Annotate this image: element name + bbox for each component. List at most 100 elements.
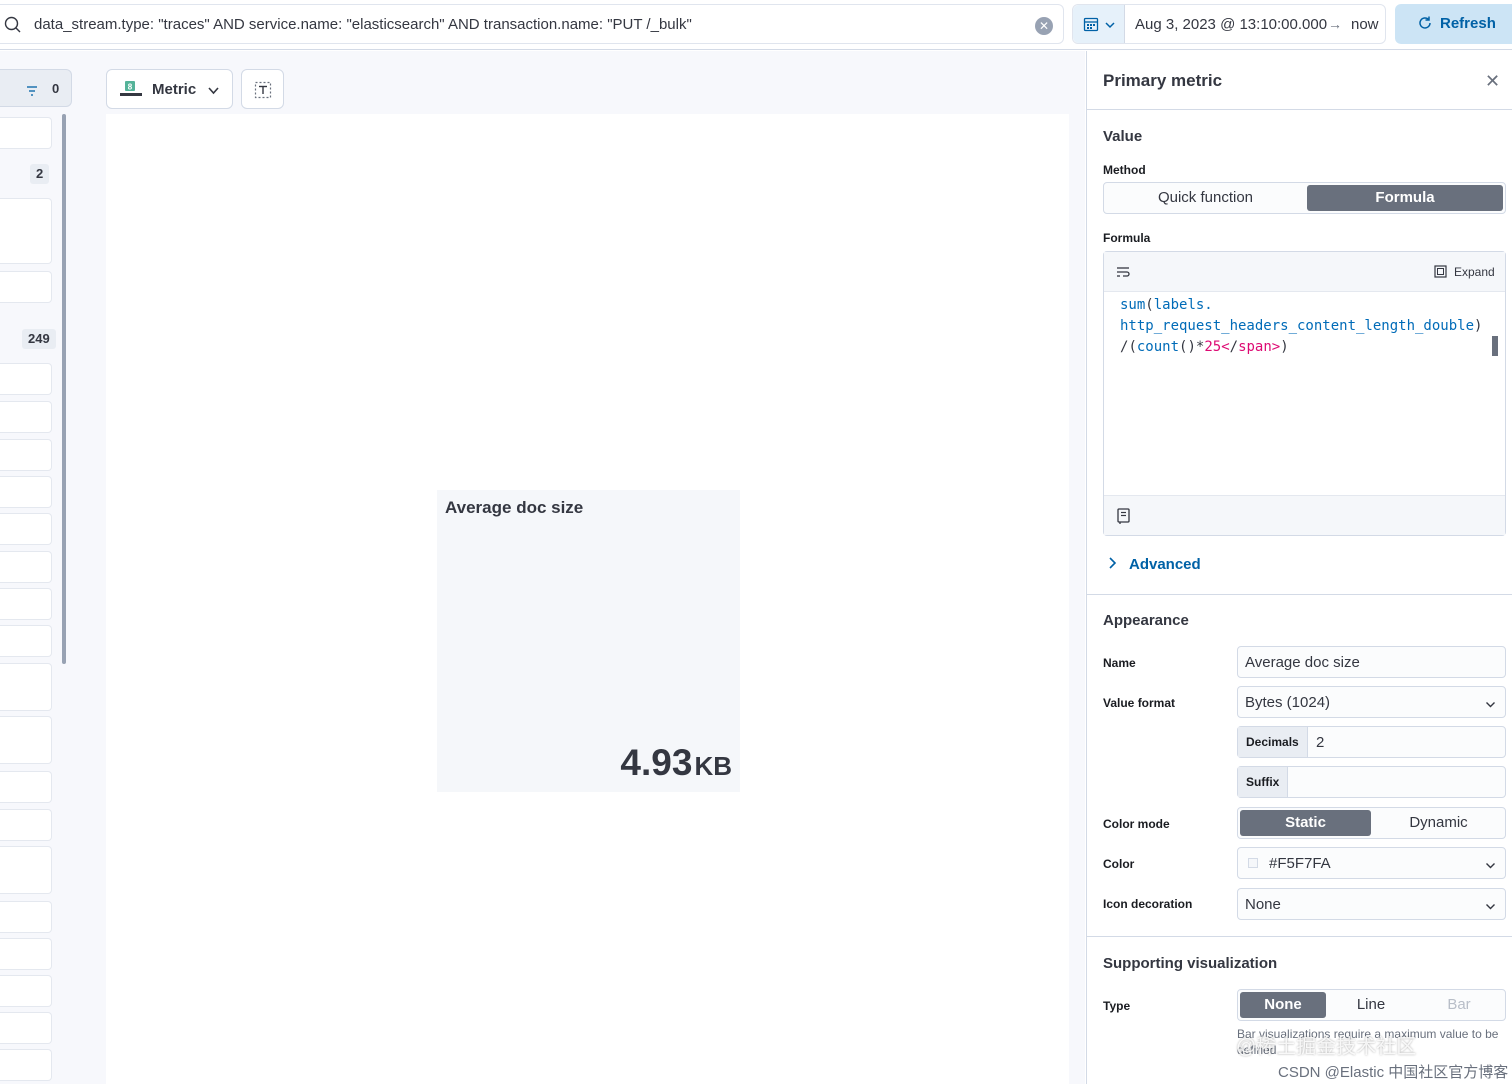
field-item[interactable]	[0, 771, 52, 803]
field-item[interactable]	[0, 846, 52, 894]
name-field[interactable]: Average doc size	[1237, 646, 1506, 678]
watermark-juejin: @稀土掘金技术社区	[1236, 1036, 1417, 1058]
refresh-icon	[1417, 15, 1433, 35]
chevron-down-icon	[1485, 899, 1496, 916]
color-mode-toggle: Static Dynamic	[1237, 807, 1506, 839]
color-value: #F5F7FA	[1269, 855, 1331, 872]
metric-value-number: 4.93	[620, 742, 693, 783]
field-item[interactable]	[0, 938, 52, 970]
refresh-label: Refresh	[1440, 15, 1496, 32]
query-input[interactable]: data_stream.type: "traces" AND service.n…	[0, 4, 1064, 44]
query-bar-row: data_stream.type: "traces" AND service.n…	[0, 0, 1512, 50]
advanced-toggle[interactable]: Advanced	[1107, 556, 1201, 573]
documentation-icon[interactable]	[1116, 508, 1131, 529]
type-none[interactable]: None	[1240, 992, 1326, 1018]
formula-editor[interactable]: Expand sum(labels. http_request_headers_c…	[1103, 251, 1506, 536]
metric-tile[interactable]: Average doc size 4.93KB	[437, 490, 740, 792]
method-toggle: Quick function Formula	[1103, 182, 1506, 214]
close-icon[interactable]: ✕	[1485, 71, 1500, 92]
fit-text-button[interactable]	[241, 69, 284, 109]
metric-viz-icon: 8	[119, 80, 143, 103]
method-label: Method	[1103, 163, 1146, 177]
field-filter-button[interactable]: 0	[0, 69, 72, 107]
refresh-button[interactable]: Refresh	[1395, 4, 1512, 44]
field-item[interactable]	[0, 975, 52, 1007]
appearance-section-title: Appearance	[1103, 612, 1189, 629]
formula-code[interactable]: sum(labels. http_request_headers_content_…	[1120, 295, 1482, 358]
clear-icon[interactable]: ✕	[1035, 17, 1053, 35]
query-text[interactable]: data_stream.type: "traces" AND service.n…	[34, 16, 692, 33]
formula-label: Formula	[1103, 231, 1151, 245]
value-format-label: Value format	[1103, 696, 1176, 710]
date-picker: Aug 3, 2023 @ 13:10:00.000 → now	[1072, 4, 1386, 44]
field-item[interactable]	[0, 625, 52, 657]
arrow-right-icon: →	[1328, 16, 1342, 32]
field-item[interactable]	[0, 1049, 52, 1081]
formula-line: /(count()*25</span>)	[1120, 339, 1289, 355]
formula-footer	[1104, 495, 1505, 535]
date-start[interactable]: Aug 3, 2023 @ 13:10:00.000	[1135, 16, 1327, 33]
suffix-field[interactable]: Suffix	[1237, 766, 1506, 798]
field-item[interactable]	[0, 716, 52, 764]
chevron-down-icon	[1104, 18, 1116, 36]
formula-scrollbar[interactable]	[1492, 336, 1498, 356]
field-item[interactable]	[0, 271, 52, 303]
advanced-label: Advanced	[1129, 556, 1201, 573]
word-wrap-icon[interactable]	[1116, 265, 1130, 283]
field-item[interactable]	[0, 198, 52, 264]
calendar-icon	[1083, 16, 1099, 37]
field-list-scrollbar[interactable]	[62, 114, 66, 664]
decimals-label: Decimals	[1238, 727, 1308, 757]
date-end[interactable]: now	[1351, 16, 1379, 33]
color-label: Color	[1103, 857, 1135, 871]
method-quick-function[interactable]: Quick function	[1106, 185, 1305, 211]
filter-count: 0	[52, 81, 60, 96]
dimension-editor-panel: Primary metric ✕ Value Method Quick func…	[1086, 51, 1512, 1084]
field-item[interactable]	[0, 551, 52, 583]
color-picker[interactable]: #F5F7FA	[1237, 847, 1506, 879]
icon-decoration-select[interactable]: None	[1237, 888, 1506, 920]
metric-value-unit: KB	[694, 751, 732, 781]
field-item[interactable]	[0, 901, 52, 933]
section-divider	[1087, 594, 1512, 595]
visualization-type-switcher[interactable]: 8 Metric	[106, 69, 233, 109]
expand-icon[interactable]	[1434, 265, 1447, 283]
decimals-field[interactable]: Decimals 2	[1237, 726, 1506, 758]
field-item[interactable]	[0, 476, 52, 508]
field-item[interactable]	[0, 809, 52, 841]
method-formula[interactable]: Formula	[1307, 185, 1503, 211]
field-item[interactable]	[0, 663, 52, 711]
field-group-count: 249	[22, 329, 56, 349]
suffix-label: Suffix	[1238, 767, 1288, 797]
date-quick-menu-button[interactable]	[1073, 5, 1125, 43]
chevron-right-icon	[1107, 556, 1117, 573]
field-item[interactable]	[0, 439, 52, 471]
type-line[interactable]: Line	[1328, 992, 1414, 1018]
visualization-type-label: Metric	[152, 81, 197, 98]
field-item[interactable]	[0, 117, 52, 149]
expand-button[interactable]: Expand	[1454, 265, 1495, 279]
visualization-canvas: Average doc size 4.93KB	[106, 114, 1069, 1084]
field-group-count: 2	[30, 164, 50, 184]
field-item[interactable]	[0, 513, 52, 545]
workspace: 8 Metric Average doc size 4.93KB	[85, 51, 1085, 1084]
field-item[interactable]	[0, 588, 52, 620]
color-mode-static[interactable]: Static	[1240, 810, 1371, 836]
value-format-value: Bytes (1024)	[1245, 694, 1331, 711]
value-section-title: Value	[1103, 128, 1143, 145]
type-bar[interactable]: Bar	[1416, 992, 1502, 1018]
fit-icon	[254, 81, 272, 104]
color-mode-label: Color mode	[1103, 817, 1170, 831]
search-icon	[4, 16, 22, 39]
chevron-down-icon	[1485, 697, 1496, 714]
formula-line: sum(labels.	[1120, 297, 1213, 313]
field-item[interactable]	[0, 401, 52, 433]
field-item[interactable]	[0, 363, 52, 395]
icon-decoration-value: None	[1245, 896, 1281, 913]
value-format-select[interactable]: Bytes (1024)	[1237, 686, 1506, 718]
color-mode-dynamic[interactable]: Dynamic	[1373, 810, 1504, 836]
panel-header: Primary metric ✕	[1087, 51, 1512, 110]
name-label: Name	[1103, 656, 1136, 670]
field-item[interactable]	[0, 1012, 52, 1044]
filter-icon	[26, 83, 38, 101]
